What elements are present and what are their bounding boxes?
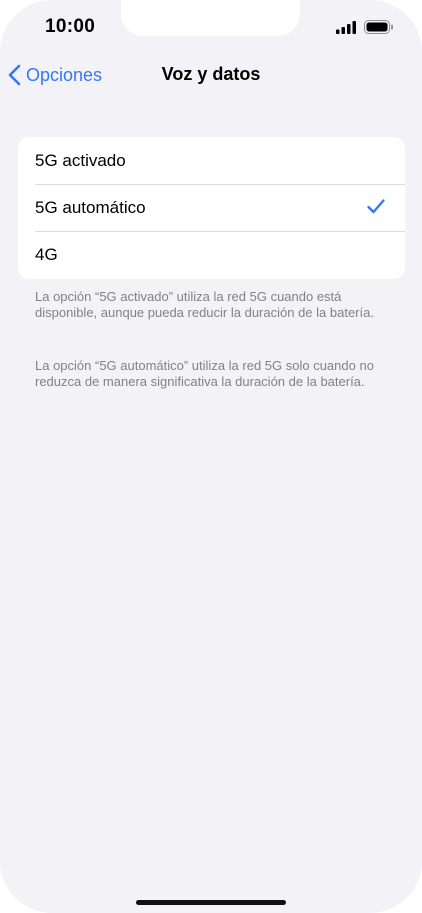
option-label: 5G automático: [35, 197, 146, 217]
option-5g-on[interactable]: 5G activado: [18, 137, 405, 184]
option-5g-auto[interactable]: 5G automático: [18, 184, 405, 231]
option-label: 4G: [35, 244, 58, 264]
battery-icon: [364, 20, 393, 34]
network-options-list: 5G activado 5G automático 4G: [18, 137, 405, 279]
checkmark-icon: [367, 199, 385, 214]
home-indicator[interactable]: [136, 900, 286, 905]
status-time: 10:00: [45, 16, 96, 37]
footer-note-5g-on: La opción “5G activado” utiliza la red 5…: [35, 289, 374, 320]
option-label: 5G activado: [35, 150, 126, 170]
page-title: Voz y datos: [161, 64, 261, 84]
option-4g[interactable]: 4G: [18, 231, 405, 278]
phone-screen: 10:00 Opciones Voz y datos 5G activado 5…: [0, 0, 422, 913]
footer-note-5g-auto: La opción “5G automático” utiliza la red…: [35, 358, 374, 389]
signal-icon: [336, 21, 356, 34]
notch: [121, 0, 300, 36]
